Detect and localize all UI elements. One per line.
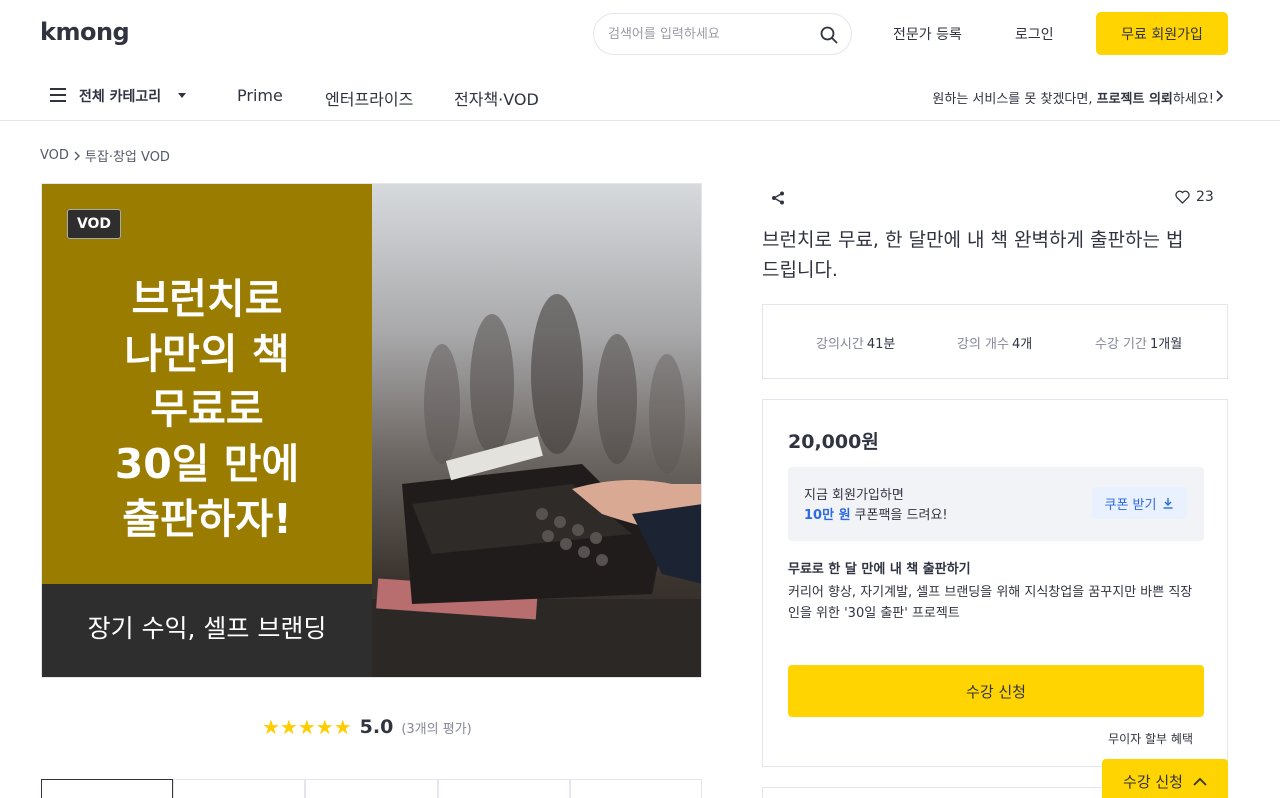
meta-duration: 강의시간 41분 (816, 333, 895, 352)
meta-period: 수강 기간 1개월 (1095, 333, 1182, 352)
meta-period-value: 1개월 (1149, 337, 1183, 352)
tab-2[interactable] (173, 779, 306, 798)
search-icon[interactable] (819, 25, 839, 45)
meta-period-label: 수강 기간 (1095, 337, 1147, 352)
thumbnail-subtitle: 장기 수익, 셀프 브랜딩 (87, 614, 327, 643)
nav-item-ebook-vod[interactable]: 전자책·VOD (454, 86, 539, 110)
meta-duration-label: 강의시간 (816, 337, 864, 352)
nav-item-prime[interactable]: Prime (237, 86, 283, 105)
breadcrumb: VOD 투잡·창업 VOD (40, 146, 170, 165)
product-thumbnail: VOD 브런치로 나만의 책 무료로 30일 만에 출판하자! 장기 수익, 셀… (41, 183, 702, 678)
meta-count-label: 강의 개수 (957, 337, 1009, 352)
all-categories-button[interactable]: 전체 카테고리 (79, 86, 161, 106)
thumbnail-subtitle-panel: 장기 수익, 셀프 브랜딩 (42, 584, 372, 677)
search-input[interactable] (608, 24, 808, 44)
meta-lecture-count: 강의 개수 4개 (957, 333, 1032, 352)
meta-count-value: 4개 (1011, 337, 1033, 352)
project-request-link[interactable]: 원하는 서비스를 못 찾겠다면, 프로젝트 의뢰하세요! (932, 88, 1214, 107)
chevron-up-icon (1193, 777, 1207, 786)
share-icon[interactable] (770, 190, 786, 206)
breadcrumb-category[interactable]: 투잡·창업 VOD (85, 146, 170, 165)
like-count: 23 (1196, 189, 1214, 205)
installment-link[interactable]: 무이자 할부 혜택 (1108, 730, 1193, 747)
login-link[interactable]: 로그인 (1015, 24, 1054, 44)
price: 20,000원 (788, 431, 879, 453)
enroll-button[interactable]: 수강 신청 (788, 665, 1204, 717)
kmong-logo[interactable]: kmong (40, 18, 130, 46)
download-icon (1163, 498, 1173, 509)
package-title: 무료로 한 달 만에 내 책 출판하기 (788, 562, 971, 577)
menu-icon[interactable] (50, 88, 66, 102)
meta-duration-value: 41분 (866, 337, 896, 352)
course-meta: 강의시간 41분 강의 개수 4개 수강 기간 1개월 (762, 304, 1228, 379)
rating-summary: ★★★★★ 5.0 (3개의 평가) (262, 715, 472, 739)
project-request-prefix: 원하는 서비스를 못 찾겠다면, (932, 92, 1093, 107)
nav-item-enterprise[interactable]: 엔터프라이즈 (325, 86, 413, 110)
purchase-panel: 20,000원 지금 회원가입하면 10만 원 쿠폰팩을 드려요! 쿠폰 받기 무… (762, 399, 1228, 767)
category-nav: 전체 카테고리 Prime 엔터프라이즈 전자책·VOD 원하는 서비스를 못 … (0, 72, 1280, 121)
tab-1[interactable] (41, 779, 174, 798)
caret-down-icon[interactable] (178, 93, 186, 98)
breadcrumb-vod[interactable]: VOD (40, 148, 69, 163)
project-request-suffix: 하세요! (1172, 92, 1214, 107)
chevron-right-icon[interactable] (1214, 90, 1224, 102)
tab-4[interactable] (437, 779, 570, 798)
thumbnail-title-panel: VOD 브런치로 나만의 책 무료로 30일 만에 출판하자! (42, 184, 372, 584)
signup-button[interactable]: 무료 회원가입 (1096, 12, 1228, 55)
top-header: kmong 전문가 등록 로그인 무료 회원가입 (0, 0, 1280, 68)
rating-score: 5.0 (359, 716, 394, 738)
product-title: 브런치로 무료, 한 달만에 내 책 완벽하게 출판하는 법 드립니다. (762, 229, 1184, 281)
coupon-text-rest: 쿠폰팩을 드려요! (854, 508, 948, 523)
get-coupon-button[interactable]: 쿠폰 받기 (1092, 487, 1187, 519)
search-bar[interactable] (593, 13, 852, 55)
chevron-right-icon (74, 151, 80, 160)
coupon-text-line1: 지금 회원가입하면 (804, 488, 904, 503)
package-description: 커리어 향상, 자기계발, 셀프 브랜딩을 위해 지식창업을 꿈꾸지만 바쁜 직… (788, 585, 1193, 621)
vod-badge: VOD (67, 209, 121, 239)
thumbnail-title: 브런치로 나만의 책 무료로 30일 만에 출판하자! (114, 275, 300, 543)
floating-enroll-button[interactable]: 수강 신청 (1102, 759, 1228, 798)
typewriter-photo (372, 184, 701, 677)
coupon-banner: 지금 회원가입하면 10만 원 쿠폰팩을 드려요! 쿠폰 받기 (788, 467, 1204, 541)
review-count[interactable]: (3개의 평가) (401, 718, 471, 737)
floating-enroll-label: 수강 신청 (1123, 772, 1183, 791)
like-button[interactable]: 23 (1175, 189, 1214, 205)
coupon-text-line2: 10만 원 쿠폰팩을 드려요! (804, 504, 948, 523)
typewriter-illustration (372, 294, 701, 677)
get-coupon-label: 쿠폰 받기 (1104, 497, 1157, 513)
coupon-amount: 10만 원 (804, 508, 851, 523)
tab-3[interactable] (305, 779, 438, 798)
detail-tabs (41, 779, 703, 798)
expert-register-link[interactable]: 전문가 등록 (893, 24, 962, 44)
heart-icon (1175, 190, 1190, 204)
tab-5[interactable] (569, 779, 703, 798)
star-icons: ★★★★★ (262, 715, 352, 739)
project-request-bold: 프로젝트 의뢰 (1096, 92, 1173, 107)
